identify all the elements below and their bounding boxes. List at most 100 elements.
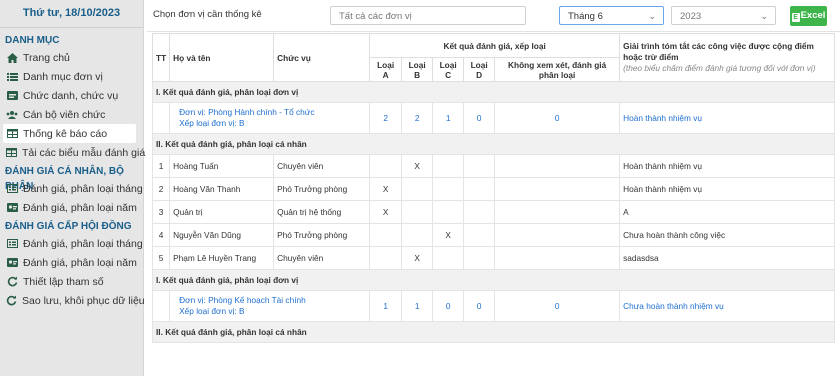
sidebar-item-hoi-dong-nam[interactable]: Đánh giá, phân loại năm	[0, 253, 143, 272]
sidebar-item-label: Thiết lập tham số	[23, 275, 104, 288]
unit-select-value: Tất cả các đơn vị	[339, 11, 412, 22]
cell-position: Chuyên viên	[273, 246, 371, 270]
unit-count-none: 0	[494, 290, 621, 322]
cell-none	[494, 246, 621, 270]
cell-name: Nguyễn Văn Dũng	[169, 223, 275, 247]
cell-name: Quản trị	[169, 200, 275, 224]
unit-note: Chưa hoàn thành nhiệm vụ	[619, 290, 836, 322]
chevron-down-icon: ⌄	[648, 11, 656, 21]
unit-cell[interactable]: Đơn vị: Phòng Hành chính - Tổ chức Xếp l…	[169, 102, 371, 134]
unit-count-c: 1	[432, 102, 465, 134]
chevron-down-icon: ⌄	[760, 11, 768, 21]
cell-loai-b: X	[401, 154, 434, 178]
cell-none	[494, 223, 621, 247]
users-icon	[6, 109, 18, 121]
header-tt: TT	[151, 33, 171, 82]
cell-loai-c	[432, 177, 465, 201]
home-icon	[6, 52, 18, 64]
unit-count-a: 2	[369, 102, 403, 134]
header-explanation-title: Giải trình tóm tắt các công việc được cộ…	[623, 41, 814, 62]
unit-cell[interactable]: Đơn vị: Phòng Kế hoạch Tài chính Xếp loạ…	[169, 290, 371, 322]
cell-tt: 5	[151, 246, 171, 270]
year-select[interactable]: 2023 ⌄	[671, 6, 776, 25]
cell-none	[494, 200, 621, 224]
sidebar-item-hoi-dong-thang[interactable]: Đánh giá, phân loại tháng	[0, 234, 143, 253]
sidebar-item-sao-luu[interactable]: Sao lưu, khôi phục dữ liệu	[0, 291, 145, 310]
unit-count-d: 0	[463, 290, 496, 322]
cell-note: Hoàn thành nhiệm vụ	[619, 154, 836, 178]
refresh-icon	[6, 295, 17, 307]
header-loai-d: Loại D	[463, 57, 496, 82]
section-title: II. Kết quả đánh giá, phân loại cá nhân	[151, 321, 836, 343]
table-row: 4 Nguyễn Văn Dũng Phó Trưởng phòng X Chư…	[151, 223, 836, 247]
sidebar-item-can-bo[interactable]: Cán bộ viên chức	[0, 105, 143, 124]
cell-name: Hoàng Tuấn	[169, 154, 275, 178]
section-row: I. Kết quả đánh giá, phân loại đơn vị	[151, 81, 836, 103]
table-icon	[6, 128, 18, 140]
sidebar-item-label: Chức danh, chức vụ	[23, 89, 119, 102]
sidebar: Thứ tư, 18/10/2023 DANH MỤC Trang chủ Da…	[0, 0, 145, 376]
cell-loai-b	[401, 200, 434, 224]
cell-tt: 2	[151, 177, 171, 201]
cell-loai-a: X	[369, 177, 403, 201]
cell-loai-a: X	[369, 200, 403, 224]
cell-note: sadasdsa	[619, 246, 836, 270]
cell-loai-c	[432, 200, 465, 224]
statistics-table: TT Họ và tên Chức vụ Kết quả đánh giá, x…	[151, 33, 836, 343]
unit-rank: Xếp loại đơn vị: B	[179, 306, 245, 316]
header-name: Họ và tên	[169, 33, 275, 82]
cell-loai-a	[369, 223, 403, 247]
cell-note: Chưa hoàn thành công việc	[619, 223, 836, 247]
current-date: Thứ tư, 18/10/2023	[0, 0, 143, 28]
section-row: II. Kết quả đánh giá, phân loại cá nhân	[151, 321, 836, 343]
sidebar-item-chuc-danh[interactable]: Chức danh, chức vụ	[0, 86, 143, 105]
sidebar-item-danh-muc-don-vi[interactable]: Danh mục đơn vị	[0, 67, 143, 86]
table-header-row: TT Họ và tên Chức vụ Kết quả đánh giá, x…	[151, 33, 836, 82]
header-loai-b: Loại B	[401, 57, 434, 82]
cell-loai-d	[463, 200, 496, 224]
sidebar-item-thiet-lap[interactable]: Thiết lập tham số	[0, 272, 143, 291]
sidebar-item-ca-nhan-nam[interactable]: Đánh giá, phân loại năm	[0, 198, 143, 217]
month-select[interactable]: Tháng 6 ⌄	[559, 6, 664, 25]
id-card-icon	[6, 202, 18, 214]
export-excel-button[interactable]: E Excel	[790, 6, 827, 26]
header-result-group: Kết quả đánh giá, xếp loại	[369, 33, 621, 58]
cell-none	[494, 154, 621, 178]
excel-icon: E	[791, 13, 800, 22]
sidebar-item-label: Đánh giá, phân loại năm	[23, 201, 137, 214]
cell-loai-d	[463, 177, 496, 201]
section-title-danh-muc: DANH MỤC	[5, 35, 60, 46]
section-row: I. Kết quả đánh giá, phân loại đơn vị	[151, 269, 836, 291]
cell-loai-a	[369, 154, 403, 178]
unit-count-a: 1	[369, 290, 403, 322]
cell-name: Phạm Lê Huyền Trang	[169, 246, 275, 270]
unit-name: Đơn vị: Phòng Kế hoạch Tài chính	[179, 295, 306, 305]
sidebar-item-thong-ke[interactable]: Thống kê báo cáo	[3, 124, 136, 143]
cell-tt: 3	[151, 200, 171, 224]
cell-loai-b	[401, 223, 434, 247]
unit-rank: Xếp loại đơn vị: B	[179, 118, 245, 128]
cell-position: Chuyên viên	[273, 154, 371, 178]
unit-select[interactable]: Tất cả các đơn vị	[330, 6, 526, 25]
sidebar-item-label: Đánh giá, phân loại năm	[23, 256, 137, 269]
cell-loai-d	[463, 223, 496, 247]
unit-count-d: 0	[463, 102, 496, 134]
table-icon	[6, 147, 17, 159]
unit-name: Đơn vị: Phòng Hành chính - Tổ chức	[179, 107, 315, 117]
cell-loai-c	[432, 154, 465, 178]
section-title-hoi-dong: ĐÁNH GIÁ CẤP HỘI ĐỒNG	[5, 221, 132, 232]
header-explanation-note: (theo biểu chấm điểm đánh giá tương đối …	[623, 63, 816, 73]
sidebar-item-tai-bieu-mau[interactable]: Tải các biểu mẫu đánh giá	[0, 143, 145, 162]
refresh-icon	[6, 276, 18, 288]
filter-label: Chọn đơn vị cần thống kê	[153, 9, 262, 20]
section-row: II. Kết quả đánh giá, phân loại cá nhân	[151, 133, 836, 155]
unit-row: Đơn vị: Phòng Hành chính - Tổ chức Xếp l…	[151, 102, 836, 134]
cell-position: Phó Trưởng phòng	[273, 177, 371, 201]
sidebar-item-label: Đánh giá, phân loại tháng	[23, 182, 143, 195]
month-select-value: Tháng 6	[568, 11, 603, 22]
table-row: 2 Hoàng Văn Thanh Phó Trưởng phòng X Hoà…	[151, 177, 836, 201]
sidebar-item-trang-chu[interactable]: Trang chủ	[0, 48, 143, 67]
cell-loai-c: X	[432, 223, 465, 247]
section-title: I. Kết quả đánh giá, phân loại đơn vị	[151, 81, 836, 103]
cell-name: Hoàng Văn Thanh	[169, 177, 275, 201]
